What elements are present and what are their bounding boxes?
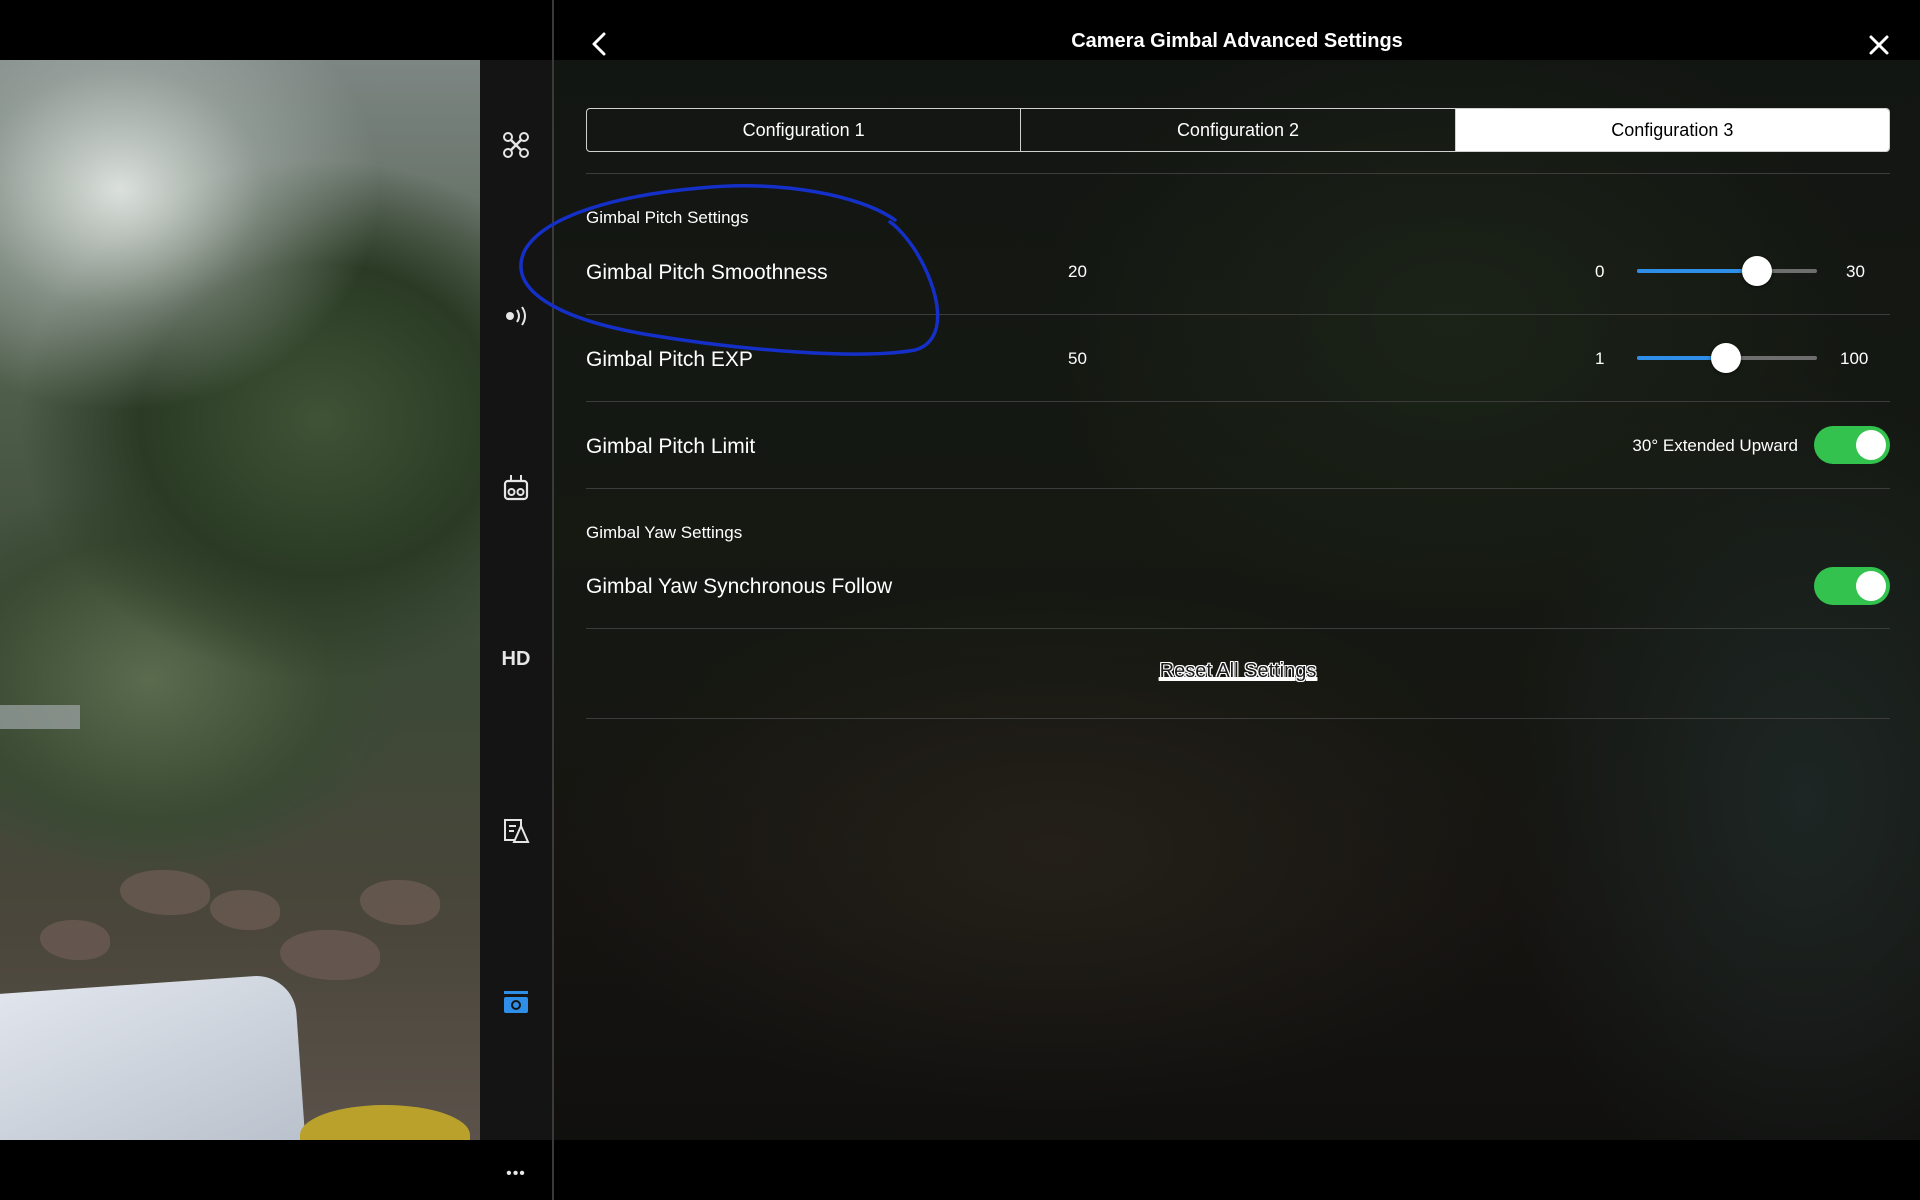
map-sign-icon[interactable]	[480, 809, 552, 853]
pitch-limit-option: 30° Extended Upward	[1632, 436, 1798, 455]
tab-configuration-1[interactable]: Configuration 1	[587, 109, 1020, 151]
hd-icon-text: HD	[501, 647, 531, 670]
tab-configuration-3[interactable]: Configuration 3	[1454, 109, 1889, 151]
section-title-yaw: Gimbal Yaw Settings	[586, 523, 743, 542]
divider	[586, 401, 1890, 402]
camera-icon[interactable]	[480, 980, 552, 1024]
more-icon-text: •••	[506, 1165, 526, 1182]
close-button[interactable]	[1864, 30, 1894, 60]
slider-thumb[interactable]	[1742, 256, 1773, 286]
feed-white-object	[0, 973, 306, 1140]
pitch-limit-toggle[interactable]	[1814, 426, 1890, 464]
divider	[586, 718, 1890, 719]
configuration-tabs: Configuration 1 Configuration 2 Configur…	[586, 108, 1890, 152]
pitch-exp-min: 1	[1595, 349, 1605, 368]
yaw-sync-follow-label: Gimbal Yaw Synchronous Follow	[586, 575, 893, 598]
divider	[586, 488, 1890, 489]
camera-live-view	[0, 60, 480, 1140]
divider	[586, 314, 1890, 315]
pitch-limit-label: Gimbal Pitch Limit	[586, 435, 756, 458]
panel-footer-bar	[554, 1140, 1920, 1200]
pitch-smoothness-slider[interactable]	[1637, 256, 1817, 286]
aircraft-icon[interactable]	[480, 123, 552, 167]
more-icon[interactable]: •••	[480, 1152, 552, 1196]
feed-rock	[360, 880, 440, 925]
feed-rock	[210, 890, 280, 930]
section-title-pitch: Gimbal Pitch Settings	[586, 208, 749, 227]
pitch-smoothness-value: 20	[1068, 262, 1087, 281]
tab-configuration-2[interactable]: Configuration 2	[1020, 109, 1454, 151]
feed-yellow-object	[300, 1105, 470, 1140]
toggle-knob	[1856, 571, 1886, 601]
reset-all-settings-button[interactable]: Reset All Settings	[586, 660, 1890, 683]
slider-fill	[1637, 269, 1758, 273]
divider	[586, 173, 1890, 174]
slider-thumb[interactable]	[1711, 343, 1742, 373]
feed-rock	[120, 870, 210, 915]
pitch-exp-slider[interactable]	[1637, 343, 1817, 373]
settings-nav-strip: HD •••	[480, 60, 552, 1182]
yaw-sync-follow-toggle[interactable]	[1814, 567, 1890, 605]
pitch-smoothness-label: Gimbal Pitch Smoothness	[586, 261, 828, 284]
feed-ledge	[0, 705, 80, 729]
pitch-exp-max: 100	[1840, 349, 1869, 368]
gimbal-advanced-settings-panel: Camera Gimbal Advanced Settings Configur…	[552, 0, 1920, 1200]
pitch-exp-label: Gimbal Pitch EXP	[586, 348, 753, 371]
signal-icon[interactable]	[480, 294, 552, 338]
pitch-smoothness-max: 30	[1846, 262, 1865, 281]
pitch-exp-value: 50	[1068, 349, 1087, 368]
page-title: Camera Gimbal Advanced Settings	[1071, 30, 1403, 52]
close-icon	[1869, 35, 1889, 55]
hd-icon[interactable]: HD	[480, 637, 552, 681]
divider	[586, 628, 1890, 629]
pitch-smoothness-min: 0	[1595, 262, 1605, 281]
toggle-knob	[1856, 430, 1886, 460]
feed-rock	[40, 920, 110, 960]
feed-rock	[280, 930, 380, 980]
remote-controller-icon[interactable]	[480, 466, 552, 510]
